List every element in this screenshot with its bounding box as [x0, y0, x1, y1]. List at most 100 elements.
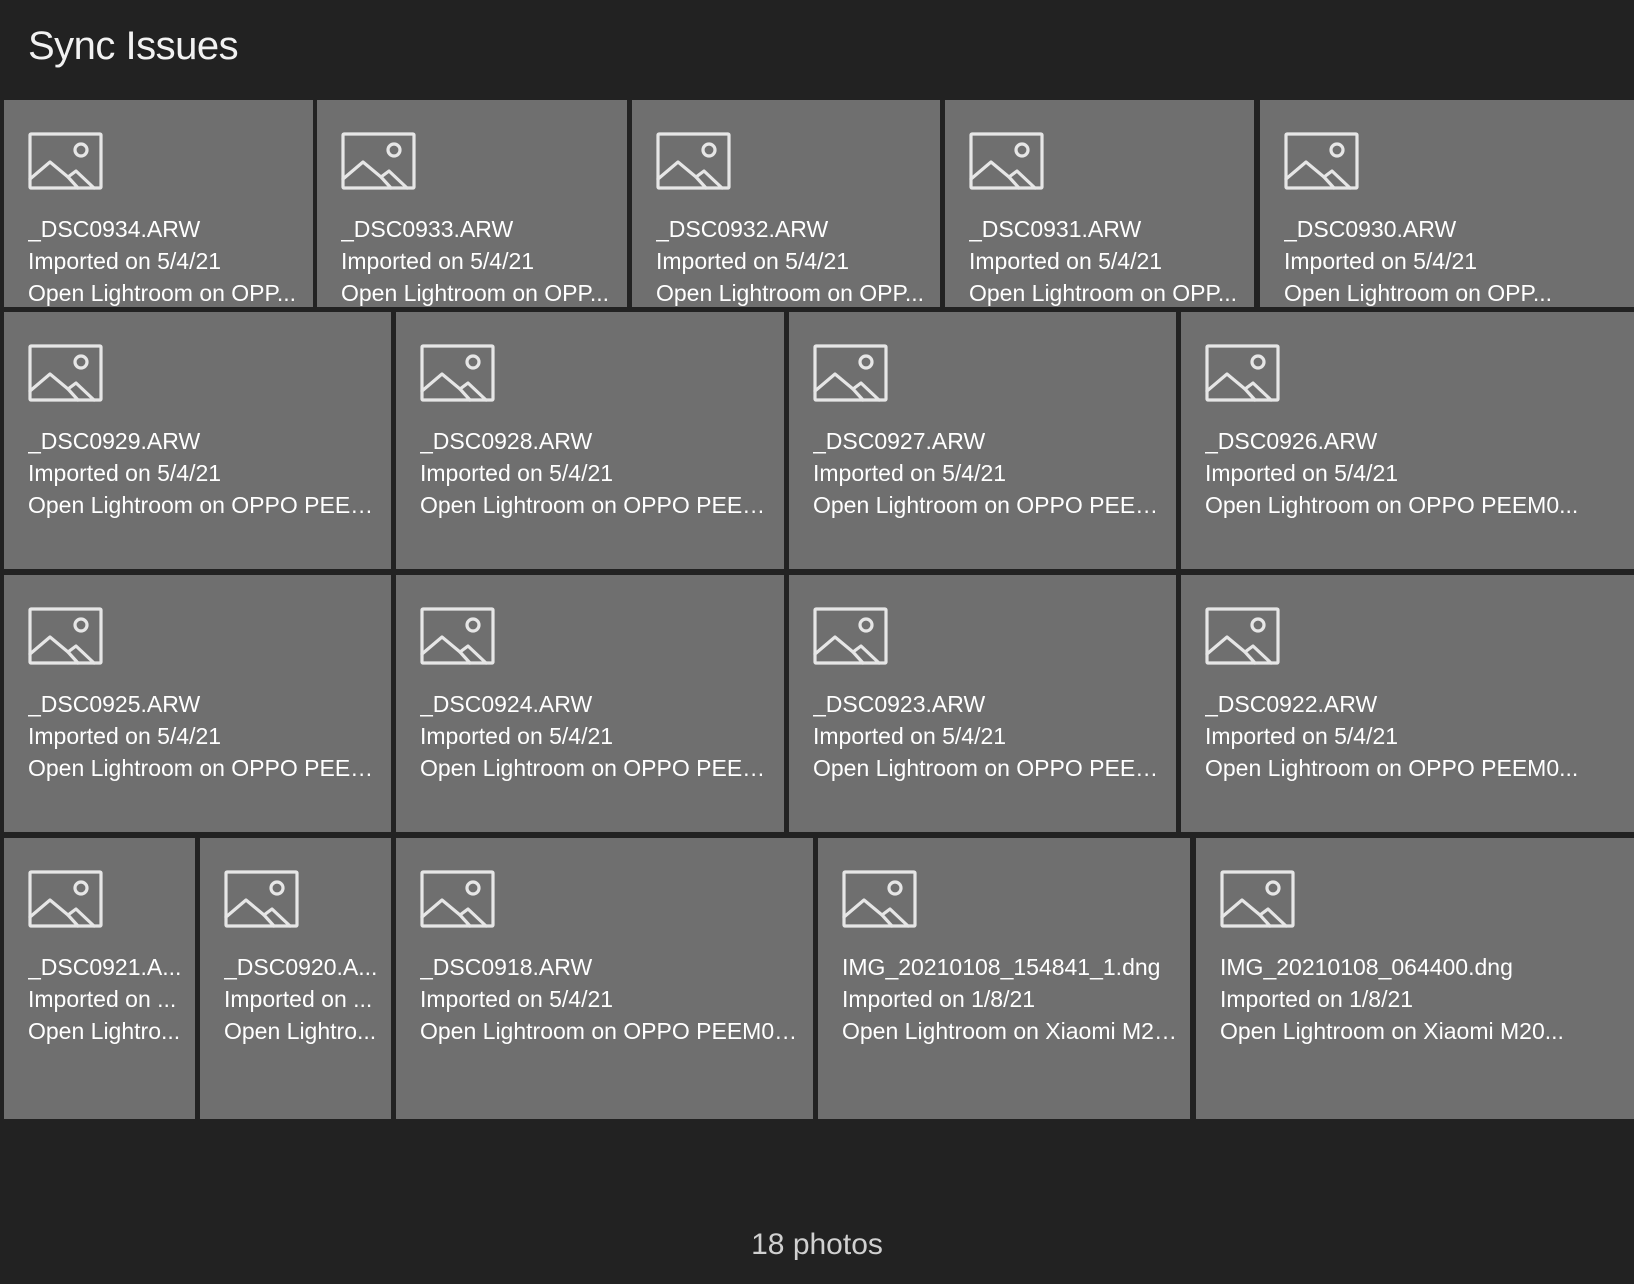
photo-details: _DSC0926.ARW Imported on 5/4/21 Open Light… — [1205, 425, 1622, 521]
photo-filename: _DSC0924.ARW — [420, 691, 593, 717]
photo-import-date: Imported on 5/4/21 — [341, 248, 535, 274]
photo-details: _DSC0929.ARW Imported on 5/4/21 Open Light… — [28, 425, 379, 521]
photo-details: _DSC0932.ARW Imported on 5/4/21 Open Light… — [656, 213, 928, 309]
photo-filename: _DSC0930.ARW — [1284, 216, 1457, 242]
photo-details: _DSC0920.A... Imported on ... Open Lightro… — [224, 951, 379, 1047]
photo-sync-status: Open Lightroom on OPPO PEEM0... — [28, 492, 379, 518]
image-placeholder-icon — [842, 870, 917, 928]
photo-tile[interactable]: _DSC0925.ARW Imported on 5/4/21 Open Light… — [4, 575, 391, 832]
photo-import-date: Imported on 5/4/21 — [420, 723, 614, 749]
photo-filename: _DSC0923.ARW — [813, 691, 986, 717]
photo-import-date: Imported on 1/8/21 — [1220, 986, 1414, 1012]
image-placeholder-icon — [1284, 132, 1359, 190]
photo-filename: _DSC0928.ARW — [420, 428, 593, 454]
photo-filename: _DSC0931.ARW — [969, 216, 1142, 242]
photo-tile[interactable]: _DSC0933.ARW Imported on 5/4/21 Open Light… — [317, 100, 627, 307]
photo-filename: IMG_20210108_064400.dng — [1220, 954, 1513, 980]
image-placeholder-icon — [420, 607, 495, 665]
photo-tile[interactable]: _DSC0922.ARW Imported on 5/4/21 Open Light… — [1181, 575, 1634, 832]
photo-sync-status: Open Lightroom on OPPO PEEM0... — [1205, 755, 1579, 781]
photo-import-date: Imported on 5/4/21 — [1205, 460, 1399, 486]
photo-sync-status: Open Lightroom on OPPO PEEM0... — [420, 492, 772, 518]
photo-filename: _DSC0933.ARW — [341, 216, 514, 242]
photo-filename: _DSC0921.A... — [28, 954, 182, 980]
photo-sync-status: Open Lightroom on OPP... — [969, 280, 1238, 306]
photo-tile[interactable]: _DSC0930.ARW Imported on 5/4/21 Open Light… — [1260, 100, 1634, 307]
photo-details: IMG_20210108_064400.dng Imported on 1/8/2… — [1220, 951, 1622, 1047]
photo-tile[interactable]: _DSC0932.ARW Imported on 5/4/21 Open Light… — [632, 100, 940, 307]
photo-details: _DSC0918.ARW Imported on 5/4/21 Open Light… — [420, 951, 801, 1047]
photo-import-date: Imported on 5/4/21 — [28, 460, 222, 486]
photo-count: 18 photos — [751, 1228, 883, 1261]
image-placeholder-icon — [420, 870, 495, 928]
photo-tile[interactable]: _DSC0924.ARW Imported on 5/4/21 Open Light… — [396, 575, 784, 832]
photo-tile[interactable]: IMG_20210108_064400.dng Imported on 1/8/2… — [1196, 838, 1634, 1119]
photo-import-date: Imported on 5/4/21 — [420, 986, 614, 1012]
photo-tile[interactable]: _DSC0921.A... Imported on ... Open Lightro… — [4, 838, 195, 1119]
photo-tile[interactable]: _DSC0931.ARW Imported on 5/4/21 Open Light… — [945, 100, 1254, 307]
image-placeholder-icon — [28, 870, 103, 928]
photo-import-date: Imported on 5/4/21 — [656, 248, 850, 274]
photo-sync-status: Open Lightro... — [224, 1018, 377, 1044]
photo-details: _DSC0924.ARW Imported on 5/4/21 Open Light… — [420, 688, 772, 784]
photo-import-date: Imported on 5/4/21 — [28, 248, 222, 274]
image-placeholder-icon — [341, 132, 416, 190]
photo-details: _DSC0928.ARW Imported on 5/4/21 Open Light… — [420, 425, 772, 521]
image-placeholder-icon — [656, 132, 731, 190]
page-title: Sync Issues — [28, 24, 239, 68]
photo-details: _DSC0930.ARW Imported on 5/4/21 Open Light… — [1284, 213, 1622, 309]
photo-import-date: Imported on ... — [224, 986, 373, 1012]
photo-sync-status: Open Lightroom on Xiaomi M20... — [1220, 1018, 1564, 1044]
photo-details: _DSC0933.ARW Imported on 5/4/21 Open Light… — [341, 213, 615, 309]
image-placeholder-icon — [224, 870, 299, 928]
photo-filename: _DSC0925.ARW — [28, 691, 201, 717]
image-placeholder-icon — [28, 344, 103, 402]
photo-sync-status: Open Lightroom on OPPO PEEM0... — [28, 755, 379, 781]
photo-sync-status: Open Lightroom on OPPO PEEM0... — [1205, 492, 1579, 518]
photo-details: _DSC0925.ARW Imported on 5/4/21 Open Light… — [28, 688, 379, 784]
photo-tile[interactable]: _DSC0926.ARW Imported on 5/4/21 Open Light… — [1181, 312, 1634, 569]
photo-sync-status: Open Lightroom on OPP... — [1284, 280, 1553, 306]
photo-tile[interactable]: _DSC0918.ARW Imported on 5/4/21 Open Light… — [396, 838, 813, 1119]
photo-sync-status: Open Lightroom on OPP... — [341, 280, 610, 306]
photo-tile[interactable]: _DSC0927.ARW Imported on 5/4/21 Open Light… — [789, 312, 1176, 569]
photo-sync-status: Open Lightroom on OPPO PEEM0... — [813, 492, 1164, 518]
photo-import-date: Imported on 5/4/21 — [420, 460, 614, 486]
photo-filename: _DSC0920.A... — [224, 954, 378, 980]
image-placeholder-icon — [813, 344, 888, 402]
photo-filename: _DSC0922.ARW — [1205, 691, 1378, 717]
photo-details: _DSC0921.A... Imported on ... Open Lightro… — [28, 951, 183, 1047]
photo-import-date: Imported on 5/4/21 — [1205, 723, 1399, 749]
image-placeholder-icon — [969, 132, 1044, 190]
photo-tile[interactable]: _DSC0929.ARW Imported on 5/4/21 Open Light… — [4, 312, 391, 569]
photo-tile[interactable]: _DSC0923.ARW Imported on 5/4/21 Open Light… — [789, 575, 1176, 832]
photo-tile[interactable]: _DSC0928.ARW Imported on 5/4/21 Open Light… — [396, 312, 784, 569]
photo-tile[interactable]: IMG_20210108_154841_1.dng Imported on 1/8… — [818, 838, 1190, 1119]
photo-sync-status: Open Lightroom on OPP... — [28, 280, 297, 306]
photo-sync-status: Open Lightroom on OPPO PEEM0... — [420, 755, 772, 781]
photo-import-date: Imported on ... — [28, 986, 177, 1012]
photo-tile[interactable]: _DSC0934.ARW Imported on 5/4/21 Open Light… — [4, 100, 313, 307]
photo-sync-status: Open Lightroom on OPP... — [656, 280, 925, 306]
photo-tile[interactable]: _DSC0920.A... Imported on ... Open Lightro… — [200, 838, 391, 1119]
photo-details: _DSC0927.ARW Imported on 5/4/21 Open Light… — [813, 425, 1164, 521]
photo-details: _DSC0923.ARW Imported on 5/4/21 Open Light… — [813, 688, 1164, 784]
image-placeholder-icon — [1205, 607, 1280, 665]
photo-details: IMG_20210108_154841_1.dng Imported on 1/8… — [842, 951, 1178, 1047]
photo-import-date: Imported on 5/4/21 — [813, 460, 1007, 486]
photo-details: _DSC0922.ARW Imported on 5/4/21 Open Light… — [1205, 688, 1622, 784]
photo-filename: _DSC0918.ARW — [420, 954, 593, 980]
image-placeholder-icon — [28, 607, 103, 665]
photo-sync-status: Open Lightroom on OPPO PEEM0... — [813, 755, 1164, 781]
photo-filename: _DSC0932.ARW — [656, 216, 829, 242]
photo-sync-status: Open Lightroom on Xiaomi M20... — [842, 1018, 1178, 1044]
image-placeholder-icon — [420, 344, 495, 402]
photo-sync-status: Open Lightro... — [28, 1018, 181, 1044]
image-placeholder-icon — [28, 132, 103, 190]
photo-import-date: Imported on 1/8/21 — [842, 986, 1036, 1012]
photo-import-date: Imported on 5/4/21 — [1284, 248, 1478, 274]
image-placeholder-icon — [1205, 344, 1280, 402]
photo-filename: _DSC0934.ARW — [28, 216, 201, 242]
photo-import-date: Imported on 5/4/21 — [969, 248, 1163, 274]
photo-import-date: Imported on 5/4/21 — [28, 723, 222, 749]
